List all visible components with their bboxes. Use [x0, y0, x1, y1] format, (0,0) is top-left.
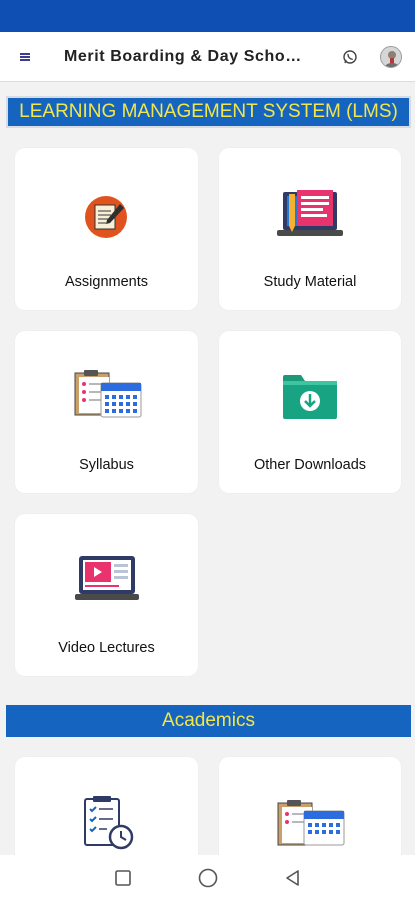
study-material-icon [277, 190, 343, 236]
syllabus-icon [74, 370, 141, 418]
profile-button[interactable] [367, 32, 415, 82]
menu-icon [20, 52, 30, 61]
recents-button[interactable] [103, 858, 143, 898]
assignments-card[interactable]: Assignments [15, 148, 198, 310]
study-material-card[interactable]: Study Material [219, 148, 401, 310]
avatar-icon [380, 45, 402, 68]
whatsapp-button[interactable] [333, 32, 367, 82]
download-folder-icon [283, 375, 337, 419]
card-label: Syllabus [79, 457, 134, 473]
video-lectures-card[interactable]: Video Lectures [15, 514, 198, 676]
whatsapp-icon [343, 49, 357, 64]
calendar-clipboard-icon [277, 800, 345, 846]
menu-button[interactable] [0, 32, 50, 82]
status-bar [0, 0, 415, 32]
card-label: Video Lectures [58, 640, 155, 656]
checklist-clock-icon [83, 796, 133, 850]
back-triangle-icon [285, 869, 299, 886]
video-lecture-icon [74, 556, 139, 600]
card-label: Assignments [64, 274, 148, 290]
system-nav-bar [0, 855, 415, 900]
card-label: Study Material [263, 274, 357, 290]
back-button[interactable] [273, 858, 313, 898]
other-downloads-card[interactable]: Other Downloads [219, 331, 401, 493]
app-bar: Merit Boarding & Day Scho… [0, 32, 415, 82]
card-label: Other Downloads [253, 457, 367, 473]
home-button[interactable] [188, 858, 228, 898]
assignment-icon [84, 196, 127, 238]
academics-heading: Academics [6, 705, 411, 737]
home-circle-icon [198, 868, 217, 887]
syllabus-card[interactable]: Syllabus [15, 331, 198, 493]
lms-heading: LEARNING MANAGEMENT SYSTEM (LMS) [6, 96, 411, 128]
recents-square-icon [114, 869, 131, 886]
app-title: Merit Boarding & Day Scho… [64, 47, 302, 65]
